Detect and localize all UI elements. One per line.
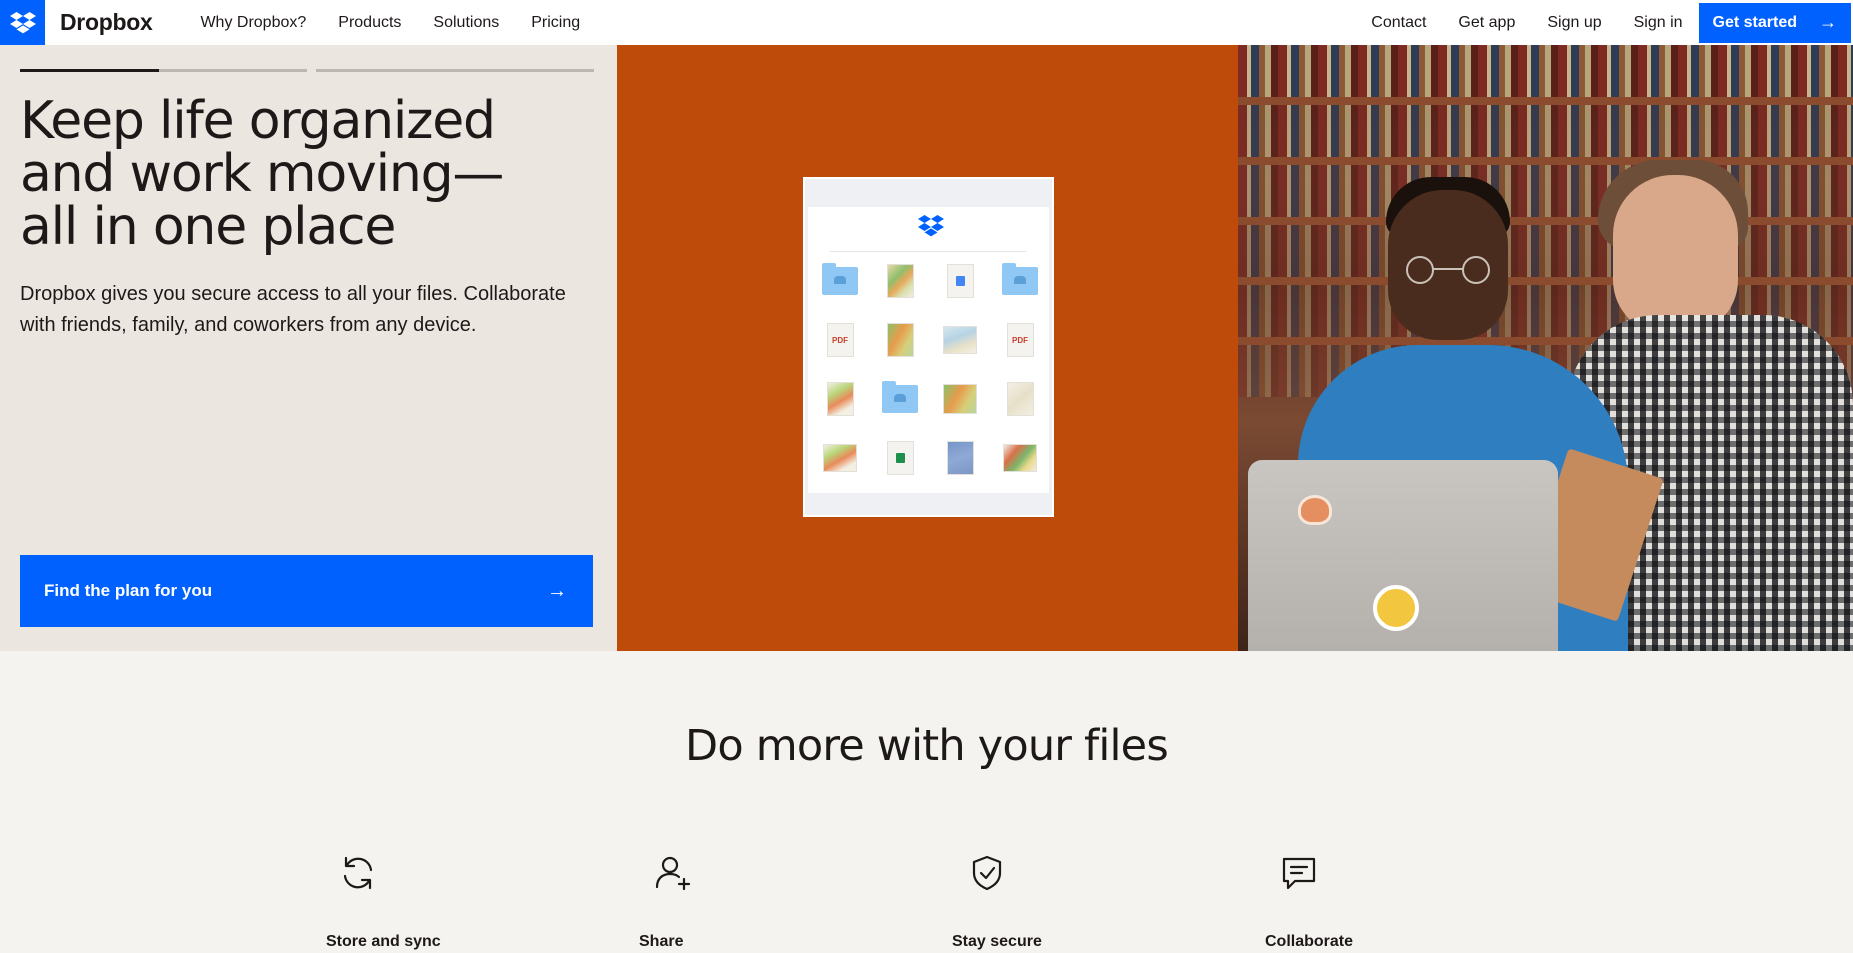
secondary-nav: Contact Get app Sign up Sign in Get star… [1355,0,1853,45]
carousel-segment-1[interactable] [20,69,159,72]
carousel-progress [20,69,594,72]
map-file-icon[interactable] [942,381,978,417]
bookshelf-row [1238,45,1853,97]
pdf-file-icon[interactable]: PDF [822,322,858,358]
pdf-file-icon[interactable]: PDF [1002,322,1038,358]
get-started-button[interactable]: Get started → [1698,2,1851,43]
dropbox-logo-icon [918,215,944,242]
hero-title-line-3: all in one place [20,197,396,257]
shield-check-icon [972,855,1002,891]
shared-folder-icon[interactable] [822,263,858,299]
find-plan-button[interactable]: Find the plan for you → [20,555,593,627]
add-user-icon [655,856,691,891]
bookshelf-row [1238,105,1853,157]
nav-pricing[interactable]: Pricing [515,0,596,45]
shared-folder-icon[interactable] [1002,263,1038,299]
features-title: Do more with your files [685,721,1169,771]
file-browser-content: PDF PDF [808,207,1049,493]
map-file-icon[interactable] [822,440,858,476]
hero-subtitle: Dropbox gives you secure access to all y… [20,283,566,336]
nav-solutions[interactable]: Solutions [417,0,515,45]
glasses-icon [1406,256,1490,284]
document-file-icon[interactable] [1002,381,1038,417]
carousel-segment-3[interactable] [316,69,594,72]
map-file-icon[interactable] [942,322,978,358]
find-plan-label: Find the plan for you [44,581,213,600]
nav-contact[interactable]: Contact [1355,0,1442,45]
feature-label: Collaborate [1265,933,1354,950]
nav-products[interactable]: Products [322,0,417,45]
hero-illustration-panel: PDF PDF [617,45,1238,651]
shared-folder-icon[interactable] [882,381,918,417]
shelf [1238,217,1853,225]
hero-title-line-2: and work moving— [20,144,504,204]
top-navigation: Dropbox Why Dropbox? Products Solutions … [0,0,1853,45]
primary-nav: Why Dropbox? Products Solutions Pricing [184,0,596,45]
google-doc-icon[interactable] [942,263,978,299]
divider [830,251,1026,252]
nav-why-dropbox[interactable]: Why Dropbox? [184,0,322,45]
shelf [1238,97,1853,105]
map-file-icon[interactable] [1002,440,1038,476]
brand-name[interactable]: Dropbox [60,9,153,36]
hero-title: Keep life organized and work moving— all… [20,95,610,254]
hero-photo [1238,45,1853,651]
map-file-icon[interactable] [882,322,918,358]
arrow-right-icon: → [547,579,567,602]
carousel-segment-2[interactable] [159,69,307,72]
blueprint-file-icon[interactable] [942,440,978,476]
feature-label: Stay secure [952,933,1042,950]
planet-sticker-icon [1373,585,1419,631]
arrow-right-icon: → [1819,12,1837,32]
feature-label: Store and sync [326,933,441,950]
file-browser-mockup: PDF PDF [803,177,1054,517]
bookshelf-row [1238,165,1853,217]
hero-section: Keep life organized and work moving— all… [0,45,1853,651]
excel-file-icon[interactable] [882,440,918,476]
features-section: Do more with your files Store and sync S… [0,651,1853,953]
nav-sign-in[interactable]: Sign in [1618,0,1699,45]
map-file-icon[interactable] [822,381,858,417]
person-face [1613,175,1738,335]
hero-title-line-1: Keep life organized [20,91,496,151]
file-grid: PDF PDF [822,263,1038,476]
nav-get-app[interactable]: Get app [1442,0,1531,45]
heart-sticker-icon [1298,495,1332,525]
dropbox-logo-icon[interactable] [0,0,45,45]
shelf [1238,277,1853,285]
hero-text-panel: Keep life organized and work moving— all… [0,45,617,651]
chat-bubble-icon [1282,857,1316,890]
feature-label: Share [639,933,684,950]
map-file-icon[interactable] [882,263,918,299]
get-started-label: Get started [1712,13,1797,31]
nav-sign-up[interactable]: Sign up [1531,0,1617,45]
sync-icon [343,856,373,890]
bookshelf-row [1238,225,1853,277]
shelf [1238,157,1853,165]
